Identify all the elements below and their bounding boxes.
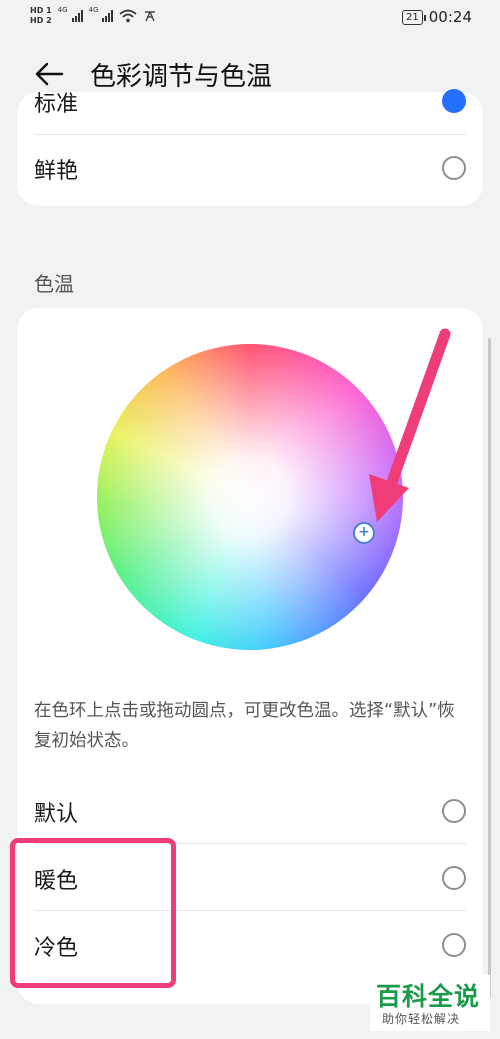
option-label: 默认 [34,802,79,827]
battery-icon: 21 [402,9,426,25]
signal-icon [102,10,114,22]
option-row-default[interactable]: 默认 [17,778,483,844]
color-temp-description: 在色环上点击或拖动圆点，可更改色温。选择“默认”恢复初始状态。 [34,701,455,751]
radio-default[interactable] [442,799,466,823]
option-label: 标准 [34,92,79,117]
annotation-arrow-icon [369,328,451,522]
network-type-1: 4G [57,6,68,14]
status-right: 21 00:24 [402,8,472,26]
watermark-subtitle: 助你轻松解决 [382,1012,461,1026]
signal-icon [71,10,83,22]
option-label: 鲜艳 [34,159,79,184]
section-title-color-temp: 色温 [34,272,74,296]
status-left: HD 1 HD 2 4G 4G [30,6,157,26]
option-row-vivid[interactable]: 鲜艳 [17,135,483,201]
status-bar: HD 1 HD 2 4G 4G 21 00:24 [0,0,500,36]
wifi-icon [119,9,138,23]
sim-indicators: HD 1 HD 2 [30,6,52,26]
radio-vivid[interactable] [442,156,466,180]
scrollbar[interactable] [488,338,491,998]
clock: 00:24 [428,8,472,26]
sim2-label: HD 2 [30,16,52,25]
data-saver-icon [145,11,156,22]
watermark-title: 百科全说 [376,982,481,1011]
color-mode-card: 标准 鲜艳 [17,89,483,206]
sim1-label: HD 1 [30,6,52,15]
radio-standard[interactable] [442,89,466,113]
annotation-highlight-box [10,838,176,988]
radio-cool[interactable] [442,933,466,957]
radio-warm[interactable] [442,866,466,890]
watermark: 百科全说 助你轻松解决 [370,975,490,1031]
option-row-standard[interactable]: 标准 [17,68,483,134]
network-type-2: 4G [88,6,99,14]
